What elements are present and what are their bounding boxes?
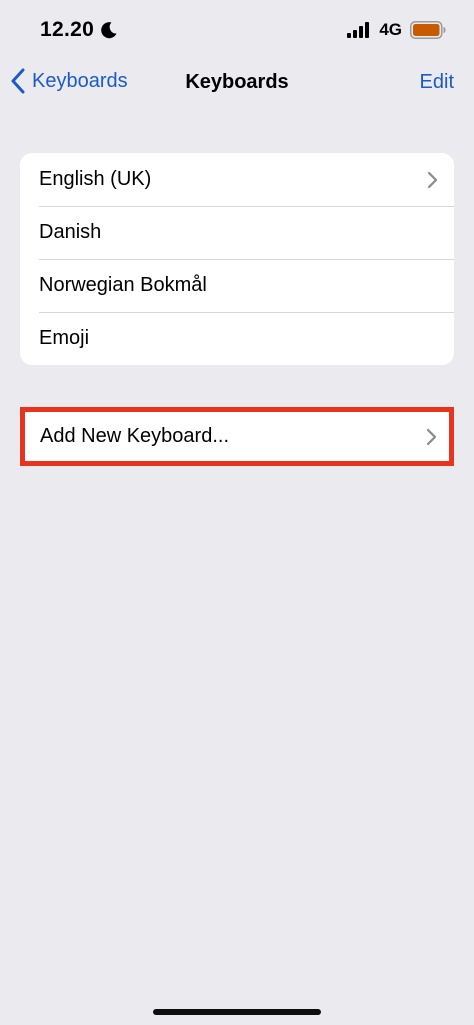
add-new-keyboard-button[interactable]: Add New Keyboard... [20, 407, 454, 466]
network-label: 4G [379, 20, 402, 39]
keyboard-label: Danish [39, 221, 102, 243]
back-button[interactable]: Keyboards [10, 68, 128, 94]
keyboard-row-danish[interactable]: Danish [20, 206, 454, 259]
status-time: 12.20 [40, 18, 95, 41]
add-new-keyboard-label: Add New Keyboard... [40, 425, 229, 447]
keyboard-row-norwegian-bokmal[interactable]: Norwegian Bokmål [20, 259, 454, 312]
status-indicators: 4G [347, 20, 446, 40]
navigation-bar: Keyboards Keyboards Edit [0, 62, 474, 108]
keyboard-label: Norwegian Bokmål [39, 274, 207, 296]
chevron-right-icon [427, 171, 438, 189]
moon-icon [100, 21, 118, 39]
keyboard-label: Emoji [39, 327, 90, 349]
keyboard-row-english-uk[interactable]: English (UK) [20, 153, 454, 206]
keyboard-row-emoji[interactable]: Emoji [20, 312, 454, 365]
edit-button[interactable]: Edit [420, 71, 454, 94]
status-time-group: 12.20 [40, 18, 118, 42]
keyboard-label: English (UK) [39, 168, 152, 190]
back-button-label: Keyboards [32, 69, 128, 92]
signal-icon [347, 22, 371, 38]
home-indicator[interactable] [153, 1009, 321, 1015]
battery-icon [410, 21, 446, 39]
chevron-left-icon [10, 68, 26, 94]
chevron-right-icon [426, 428, 437, 446]
keyboards-list: English (UK) Danish Norwegian Bokmål Emo… [20, 153, 454, 365]
status-bar: 12.20 4G [0, 0, 474, 62]
